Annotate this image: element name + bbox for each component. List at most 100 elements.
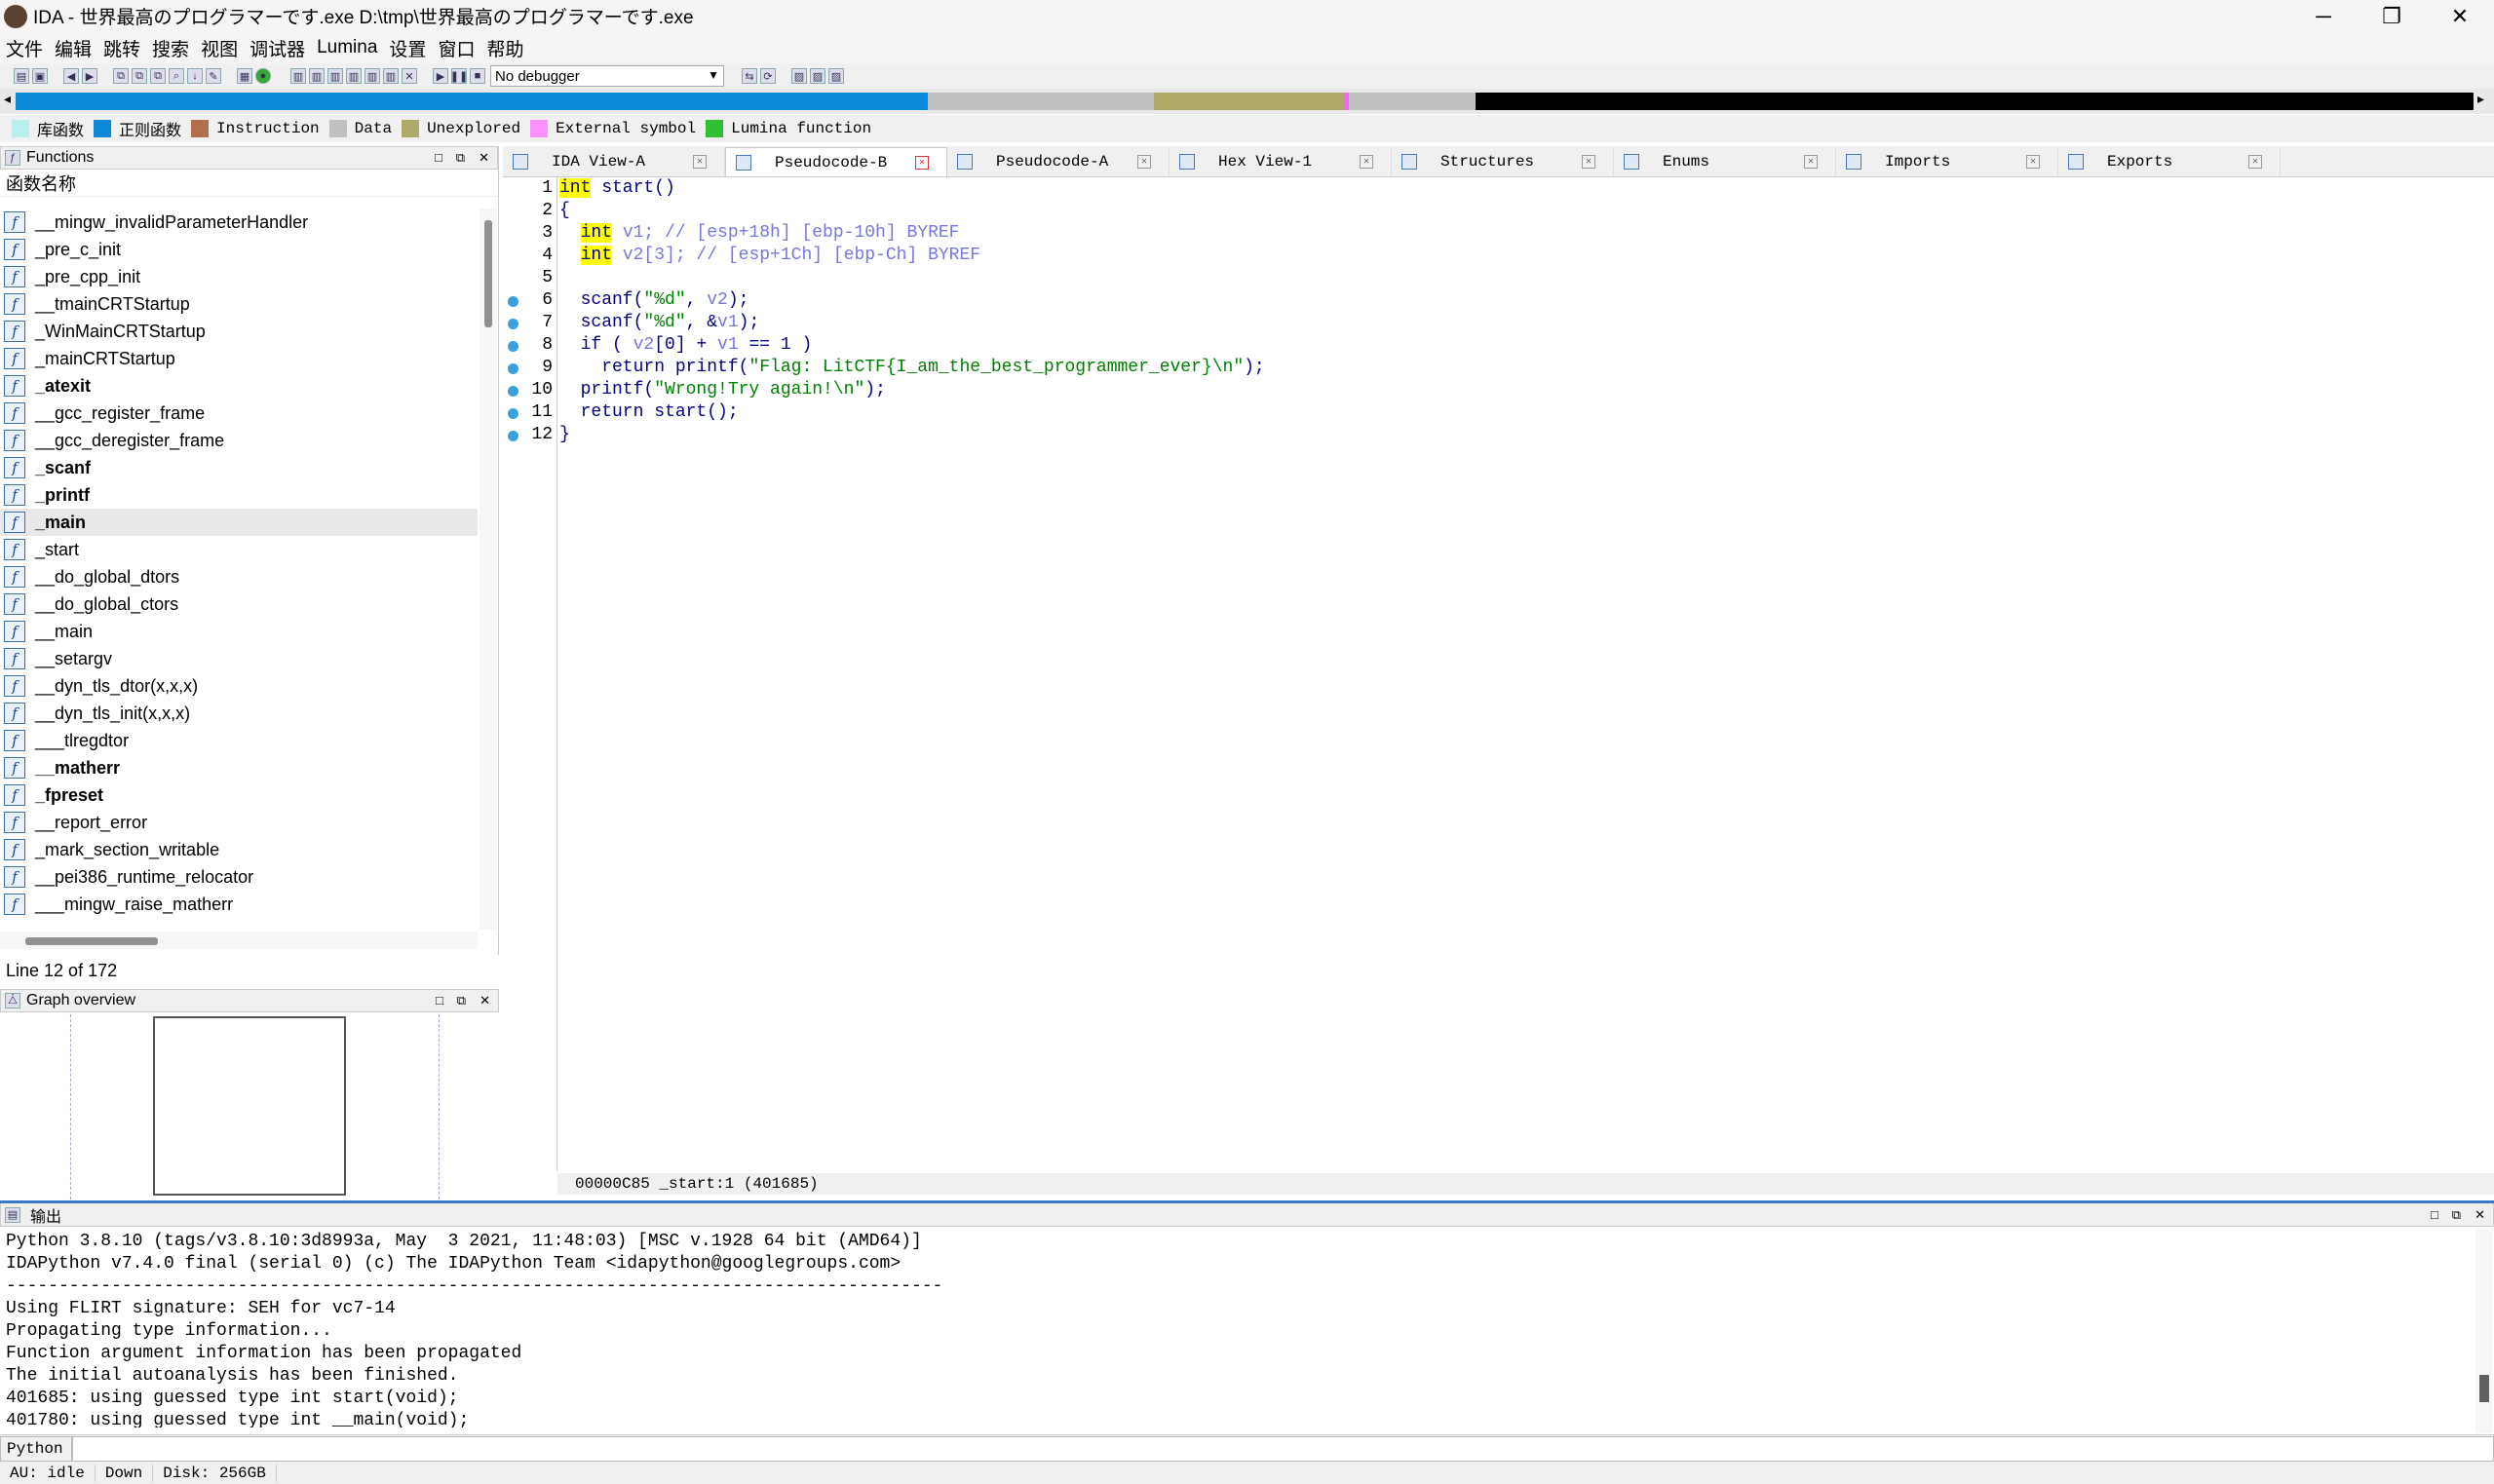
name-icon[interactable]: ▥ [365,68,380,84]
pane-float-icon[interactable]: ⧉ [456,150,465,166]
function-list-item[interactable]: f __dyn_tls_init(x,x,x) [0,700,478,727]
pane-restore-icon[interactable]: □ [2431,1207,2438,1223]
script-icon[interactable]: ✎ [206,68,221,84]
code-line-2[interactable]: { [559,200,570,222]
pane-float-icon[interactable]: ⧉ [2452,1207,2461,1223]
code-line-9[interactable]: return printf("Flag: LitCTF{I_am_the_bes… [559,357,1265,379]
function-list-item[interactable]: f __pei386_runtime_relocator [0,863,478,891]
navigation-band[interactable]: ◂ ▸ [0,89,2494,114]
menu-search[interactable]: 搜索 [146,35,195,61]
binary-icon[interactable]: ⧉ [150,68,166,84]
code-line-7[interactable]: scanf("%d", &v1); [559,312,760,334]
string-icon[interactable]: ▥ [327,68,343,84]
python-command-input[interactable] [72,1435,2494,1462]
pause-icon[interactable]: ❚❚ [450,68,468,84]
breakpoint-dot-icon[interactable] [508,408,518,419]
function-list-item[interactable]: f __dyn_tls_dtor(x,x,x) [0,672,478,700]
pane-close-icon[interactable]: ✕ [2475,1207,2485,1223]
stop-icon[interactable]: ■ [470,68,485,84]
pane-close-icon[interactable]: ✕ [479,150,489,166]
tab-enums[interactable]: Enums ✕ [1614,147,1836,176]
function-list-item[interactable]: f _fpreset [0,781,478,809]
nav-right-arrow-icon[interactable]: ▸ [2477,91,2487,108]
function-list-item[interactable]: f __main [0,618,478,645]
play-icon[interactable]: ▶ [433,68,448,84]
maximize-button[interactable]: ❐ [2358,0,2426,32]
lumina-icon[interactable]: ● [255,68,271,84]
debugger-select[interactable]: No debugger ▼ [490,65,724,87]
attach-icon[interactable]: ⇆ [742,68,757,84]
tab-close-icon[interactable]: ✕ [915,156,929,170]
breakpoint-icon[interactable]: ▨ [791,68,807,84]
code-icon[interactable]: ▥ [290,68,306,84]
tab-exports[interactable]: Exports ✕ [2058,147,2281,176]
trace-icon[interactable]: ▨ [810,68,825,84]
function-list-item[interactable]: f _scanf [0,454,478,481]
menu-window[interactable]: 窗口 [432,35,480,61]
function-list-item[interactable]: f __matherr [0,754,478,781]
function-list-item[interactable]: f __do_global_ctors [0,590,478,618]
tab-ida-view-a[interactable]: IDA View-A ✕ [503,147,725,176]
tab-close-icon[interactable]: ✕ [1360,155,1373,169]
code-line-11[interactable]: return start(); [559,401,739,424]
copy-icon[interactable]: ⧉ [113,68,129,84]
tab-structures[interactable]: Structures ✕ [1392,147,1614,176]
function-list-item[interactable]: f __setargv [0,645,478,672]
function-list-item[interactable]: f _start [0,536,478,563]
function-name-column-header[interactable]: 函数名称 [0,170,498,197]
output-vscroll[interactable] [2475,1229,2493,1433]
graph-overview-canvas[interactable] [0,1014,499,1199]
tab-imports[interactable]: Imports ✕ [1836,147,2058,176]
search-direction[interactable]: Down [96,1464,154,1482]
pane-float-icon[interactable]: ⧉ [457,993,466,1008]
tab-pseudocode-a[interactable]: Pseudocode-A ✕ [947,147,1170,176]
function-list-vscroll[interactable] [480,209,497,930]
tab-close-icon[interactable]: ✕ [1804,155,1818,169]
function-list-item[interactable]: f __gcc_register_frame [0,400,478,427]
function-list-item[interactable]: f __mingw_invalidParameterHandler [0,209,478,236]
function-list-item[interactable]: f _pre_c_init [0,236,478,263]
menu-settings[interactable]: 设置 [383,35,432,61]
data-icon[interactable]: ▥ [309,68,325,84]
menu-edit[interactable]: 编辑 [49,35,97,61]
menu-help[interactable]: 帮助 [480,35,529,61]
save-icon[interactable]: ▣ [32,68,48,84]
vscroll-thumb[interactable] [2479,1375,2489,1402]
code-line-4[interactable]: int v2[3]; // [esp+1Ch] [ebp-Ch] BYREF [559,245,980,267]
tab-hex-view-1[interactable]: Hex View-1 ✕ [1170,147,1392,176]
function-list-item[interactable]: f __do_global_dtors [0,563,478,590]
minimize-button[interactable]: ─ [2289,0,2358,32]
function-list-item[interactable]: f __tmainCRTStartup [0,290,478,318]
function-list-item[interactable]: f _printf [0,481,478,509]
tab-close-icon[interactable]: ✕ [693,155,707,169]
function-list-item[interactable]: f _mainCRTStartup [0,345,478,372]
function-list-item[interactable]: f ___mingw_raise_matherr [0,891,478,918]
pseudocode-view[interactable]: 1 2 3 4 5 6 7 8 9 10 11 12 int start() { int v1; //… [503,177,2494,1196]
pane-close-icon[interactable]: ✕ [480,993,490,1008]
python-language-button[interactable]: Python [0,1435,72,1462]
back-icon[interactable]: ◀ [63,68,79,84]
tab-close-icon[interactable]: ✕ [2026,155,2040,169]
breakpoint-dot-icon[interactable] [508,296,518,307]
forward-icon[interactable]: ▶ [82,68,97,84]
hscroll-thumb[interactable] [25,937,158,945]
tools-icon[interactable]: ▨ [828,68,844,84]
function-list-item[interactable]: f _pre_cpp_init [0,263,478,290]
code-line-3[interactable]: int v1; // [esp+18h] [ebp-10h] BYREF [559,222,959,245]
code-line-8[interactable]: if ( v2[0] + v1 == 1 ) [559,334,813,357]
graph-viewport-rect[interactable] [153,1016,346,1196]
breakpoint-dot-icon[interactable] [508,319,518,329]
code-line-10[interactable]: printf("Wrong!Try again!\n"); [559,379,886,401]
nav-left-arrow-icon[interactable]: ◂ [4,91,14,108]
vscroll-thumb[interactable] [484,220,492,327]
tab-close-icon[interactable]: ✕ [1582,155,1595,169]
tab-close-icon[interactable]: ✕ [1137,155,1151,169]
function-list-item[interactable]: f __gcc_deregister_frame [0,427,478,454]
menu-lumina[interactable]: Lumina [311,37,383,58]
graph-icon[interactable]: ▦ [237,68,252,84]
menu-view[interactable]: 视图 [195,35,244,61]
undefine-icon[interactable]: ▥ [346,68,362,84]
down-arrow-icon[interactable]: ↓ [187,68,203,84]
function-list-item[interactable]: f _WinMainCRTStartup [0,318,478,345]
function-list-hscroll[interactable] [0,932,478,949]
